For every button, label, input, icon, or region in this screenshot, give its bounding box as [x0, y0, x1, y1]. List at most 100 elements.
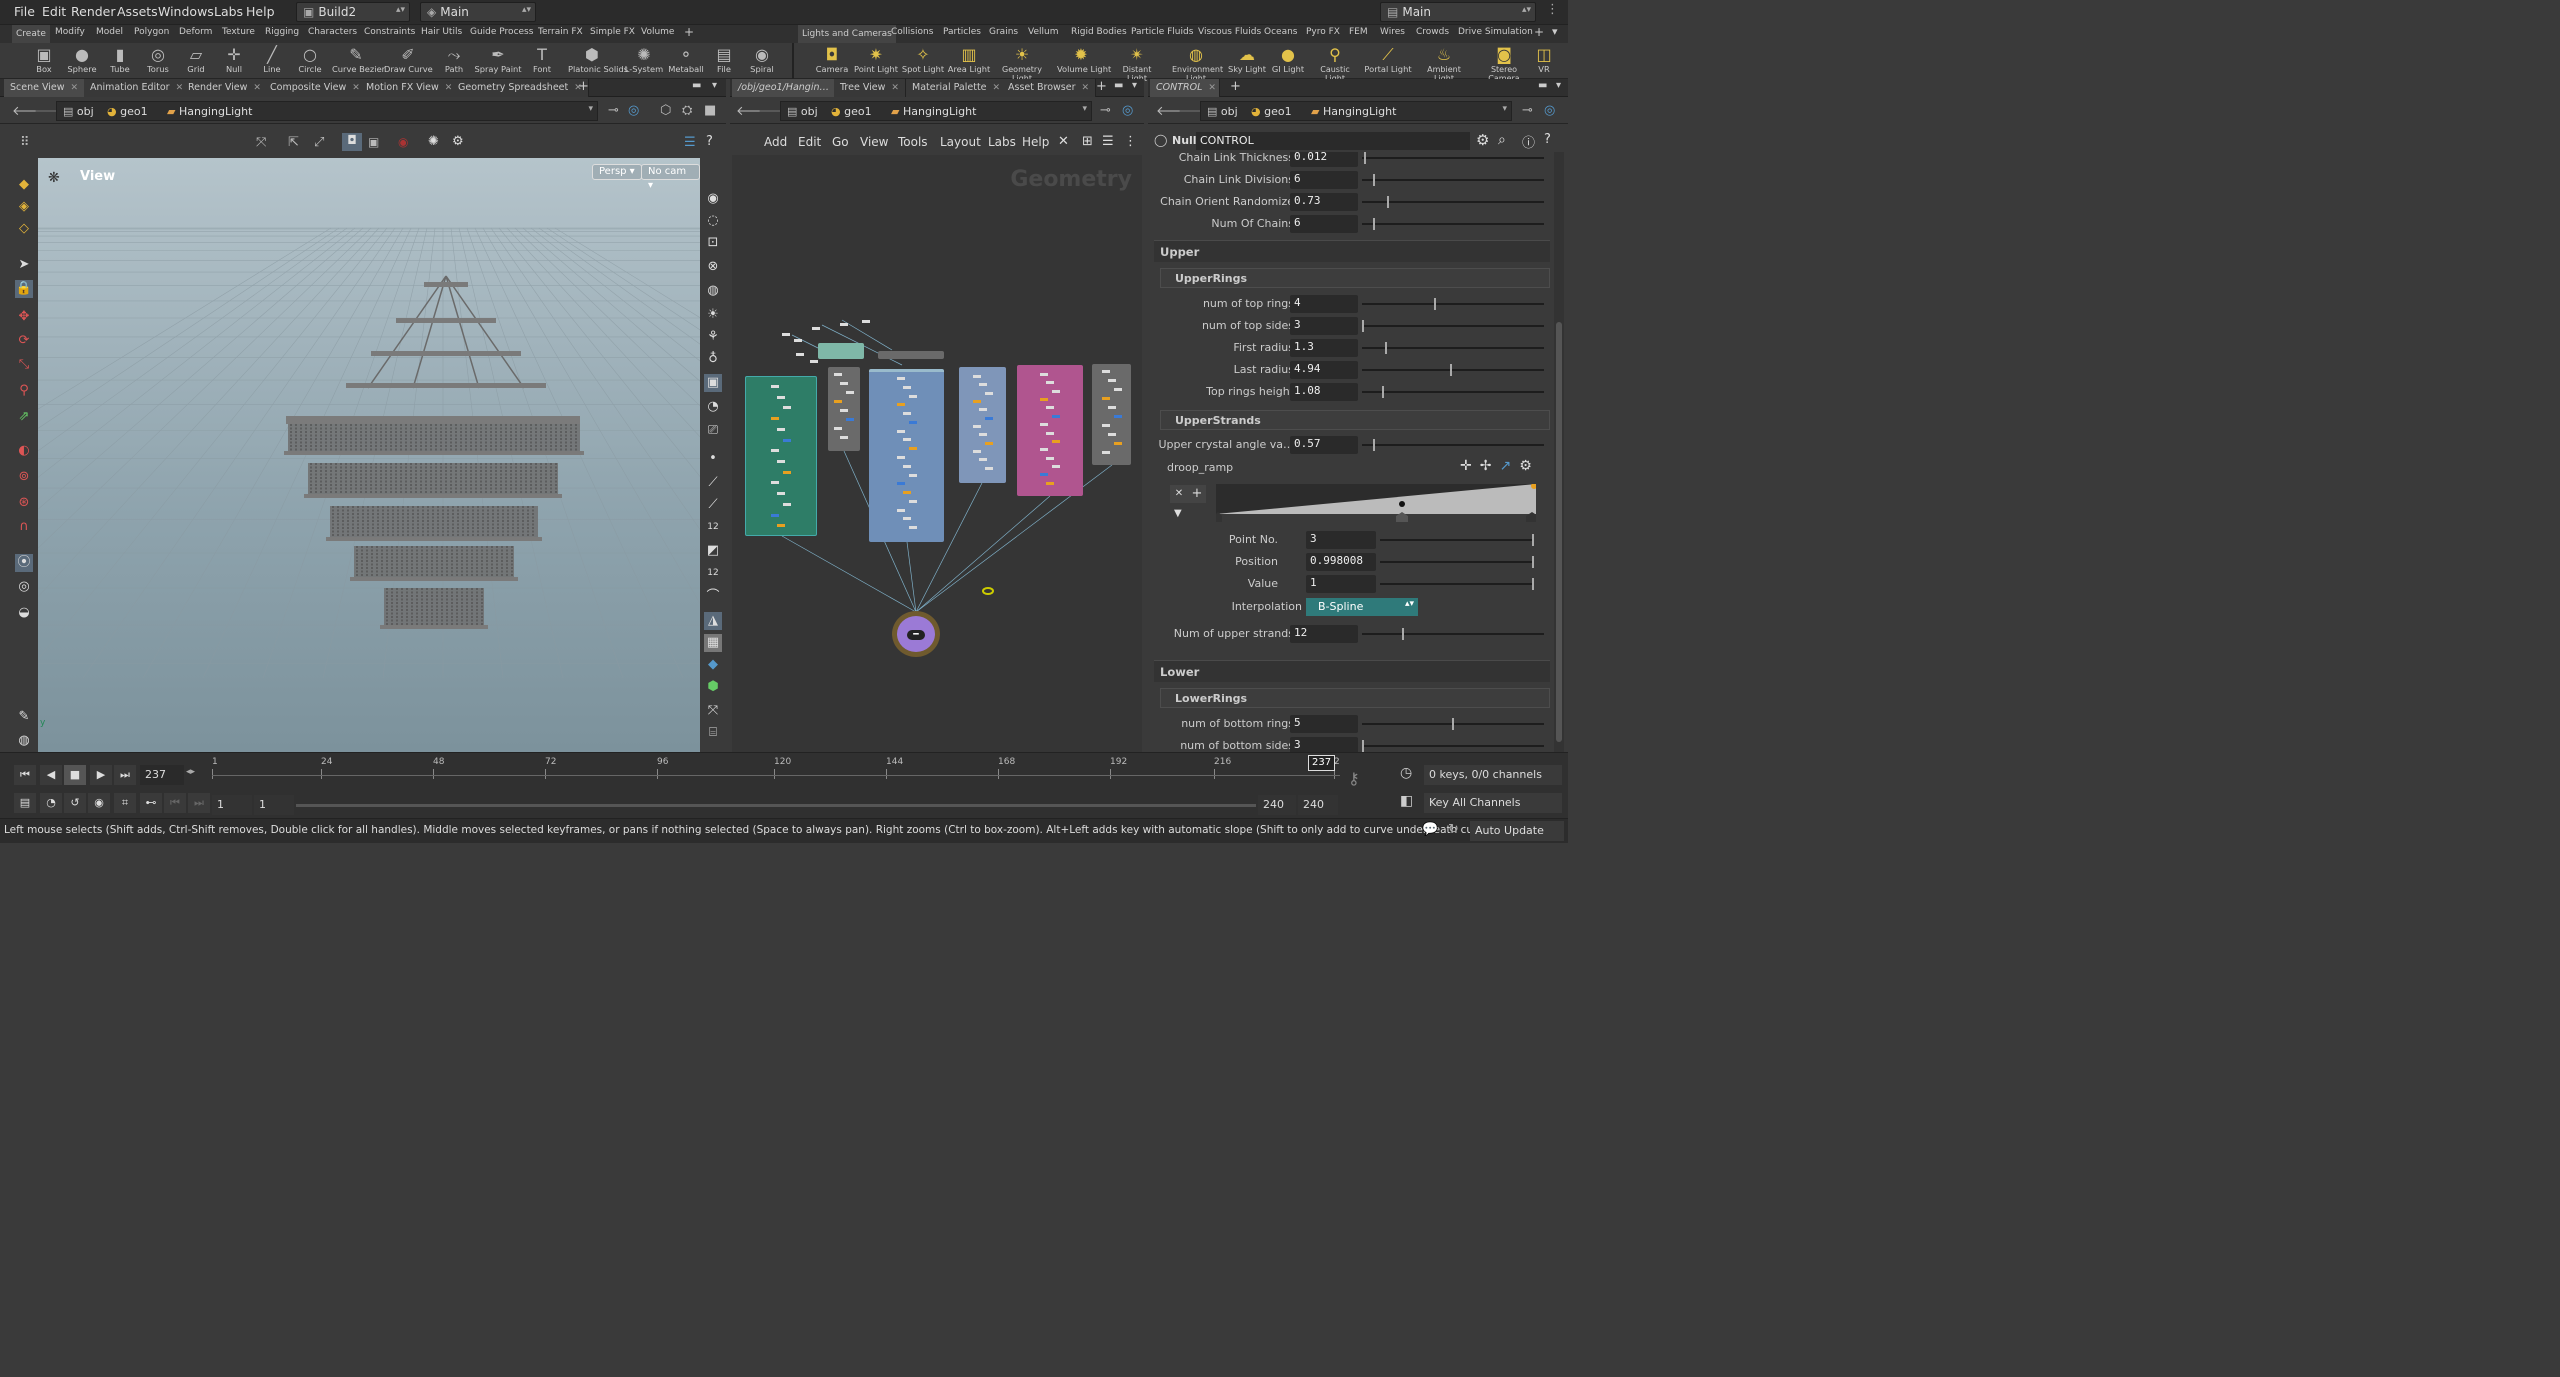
realtime-toggle-icon[interactable]: ◉ [88, 793, 110, 813]
network-node[interactable] [1113, 388, 1122, 391]
param-value-field[interactable]: 0.012 [1290, 152, 1358, 167]
gear-icon[interactable]: ⚙ [1519, 458, 1540, 474]
shelf-tab-model[interactable]: Model [96, 27, 123, 37]
param-slider[interactable] [1362, 218, 1544, 230]
net-menu-view[interactable]: View [860, 135, 888, 149]
breadcrumb-hanginglight[interactable]: ▰ HangingLight [167, 104, 252, 120]
network-node[interactable] [771, 481, 779, 485]
curve-icon[interactable]: ⌒ [704, 588, 722, 606]
tool-vr[interactable]: ◫ VR [1520, 43, 1568, 79]
breadcrumb-obj[interactable]: ▤ obj [787, 104, 818, 120]
param-value-field[interactable]: 4 [1290, 295, 1358, 313]
key-icon[interactable]: ⚷ [1348, 769, 1360, 788]
network-node[interactable] [908, 394, 917, 398]
network-node[interactable] [862, 320, 870, 323]
network-node[interactable] [840, 323, 848, 326]
slider-handle[interactable] [1450, 364, 1453, 376]
current-frame-marker[interactable]: 237 [1308, 755, 1336, 771]
param-slider[interactable] [1362, 320, 1544, 332]
tool-circle[interactable]: ○ Circle [286, 43, 334, 79]
network-node[interactable] [796, 353, 804, 356]
node-name-field[interactable]: CONTROL [1196, 132, 1470, 150]
shelf-tab-oceans[interactable]: Oceans [1264, 27, 1297, 37]
add-ramp-point-icon[interactable]: + [1188, 485, 1206, 503]
orbit-icon[interactable]: ◎ [15, 578, 33, 596]
cube-view-icon[interactable]: ⬡ [660, 103, 671, 118]
shelf-tab-volume[interactable]: Volume [641, 27, 674, 37]
shelf-tab-collisions[interactable]: Collisions [891, 27, 933, 37]
path-field[interactable]: ▤ obj ◕ geo1 ▰ HangingLight ▾ [1200, 101, 1512, 121]
arrow-icon[interactable]: ➤ [15, 256, 33, 274]
subsection-lower-rings[interactable]: LowerRings [1160, 688, 1550, 708]
menu-file[interactable]: File [14, 4, 35, 19]
path-field[interactable]: ▤ obj ◕ geo1 ▰ HangingLight ▾ [780, 101, 1092, 121]
shelf-tab-hair-utils[interactable]: Hair Utils [421, 27, 462, 37]
network-node[interactable] [972, 425, 981, 428]
tab-material-palette[interactable]: Material Palette ✕ [906, 79, 1008, 97]
peak-icon[interactable]: ⊛ [15, 494, 33, 512]
white-square-icon[interactable]: ■ [704, 103, 716, 118]
network-node[interactable] [978, 383, 987, 387]
chat-icon[interactable]: 💬 [1422, 822, 1438, 837]
add-point-icon[interactable]: ✛ [1460, 458, 1480, 474]
maximize-icon[interactable]: ▬ [692, 80, 701, 91]
link-icon[interactable]: ◎ [628, 103, 639, 118]
tool-curve-bezier[interactable]: ✎ Curve Bezier [332, 43, 385, 79]
shelf-tab-lights-cameras[interactable]: Lights and Cameras [798, 25, 896, 43]
network-node[interactable] [1052, 464, 1060, 468]
network-node[interactable] [777, 395, 785, 399]
display-icon[interactable]: ▣ [368, 135, 379, 149]
network-node[interactable] [783, 406, 791, 410]
close-icon[interactable]: ✕ [891, 83, 899, 93]
network-node[interactable] [984, 416, 993, 420]
network-node[interactable] [1107, 406, 1116, 409]
slider-handle[interactable] [1434, 298, 1436, 310]
right-context-dropdown[interactable]: ▤ Main ▴▾ [1380, 2, 1536, 22]
breadcrumb-geo1[interactable]: ◕ geo1 [831, 104, 872, 120]
chevron-down-icon[interactable]: ▾ [1502, 104, 1507, 114]
breadcrumb-hanginglight[interactable]: ▰ HangingLight [891, 104, 976, 120]
play-back-icon[interactable]: ◀ [40, 765, 62, 785]
diamond-icon[interactable]: ◆ [704, 656, 722, 674]
eye-icon[interactable]: ◉ [704, 190, 722, 208]
network-node[interactable] [834, 400, 842, 403]
slider-handle[interactable] [1372, 218, 1375, 230]
network-node[interactable] [984, 441, 993, 445]
desktop-dropdown[interactable]: ▣ Build2 ▴▾ [296, 2, 410, 22]
network-node[interactable] [1040, 473, 1048, 477]
shelf-tab-modify[interactable]: Modify [55, 27, 85, 37]
output-node[interactable]: ━ [892, 611, 940, 657]
network-node[interactable] [1107, 379, 1116, 382]
edge-icon[interactable]: ⟋ [704, 474, 722, 492]
breadcrumb-obj[interactable]: ▤ obj [1207, 104, 1238, 120]
param-slider[interactable] [1362, 342, 1544, 354]
slider-handle[interactable] [1401, 628, 1404, 640]
network-node[interactable] [1101, 397, 1110, 400]
record-icon[interactable]: ◉ [398, 135, 408, 149]
network-node[interactable] [771, 449, 779, 453]
keys-channels[interactable]: 0 keys, 0/0 channels [1424, 765, 1562, 785]
network-node[interactable] [972, 375, 981, 378]
network-node[interactable] [908, 499, 917, 503]
tool-platonic[interactable]: ⬢ Platonic Solids [568, 43, 628, 79]
dot-icon[interactable]: • [704, 450, 722, 468]
key-all-channels[interactable]: Key All Channels [1424, 793, 1562, 813]
param-slider[interactable] [1362, 364, 1544, 376]
section-upper[interactable]: Upper [1154, 240, 1550, 262]
search-icon[interactable]: ⌕ [1498, 132, 1506, 148]
param-slider[interactable] [1380, 556, 1534, 568]
list-icon[interactable]: ☰ [1102, 134, 1114, 149]
shelf-tab-create[interactable]: Create [12, 25, 50, 43]
network-editor[interactable]: Geometry ━ [732, 155, 1142, 752]
net-menu-labs[interactable]: Labs [988, 135, 1016, 149]
subsection-upper-rings[interactable]: UpperRings [1160, 268, 1550, 288]
shelf-tab-polygon[interactable]: Polygon [134, 27, 169, 37]
graph-icon[interactable]: ◧ [1400, 793, 1413, 809]
start-frame-field-2[interactable]: 1 [254, 795, 294, 815]
tab-composite-view[interactable]: Composite View ✕ [264, 79, 367, 97]
network-node[interactable] [1052, 414, 1060, 418]
network-node[interactable] [834, 373, 842, 376]
shelf-tab-grains[interactable]: Grains [989, 27, 1018, 37]
select-points-icon[interactable]: ◆ [15, 176, 33, 194]
network-node[interactable] [896, 508, 905, 512]
